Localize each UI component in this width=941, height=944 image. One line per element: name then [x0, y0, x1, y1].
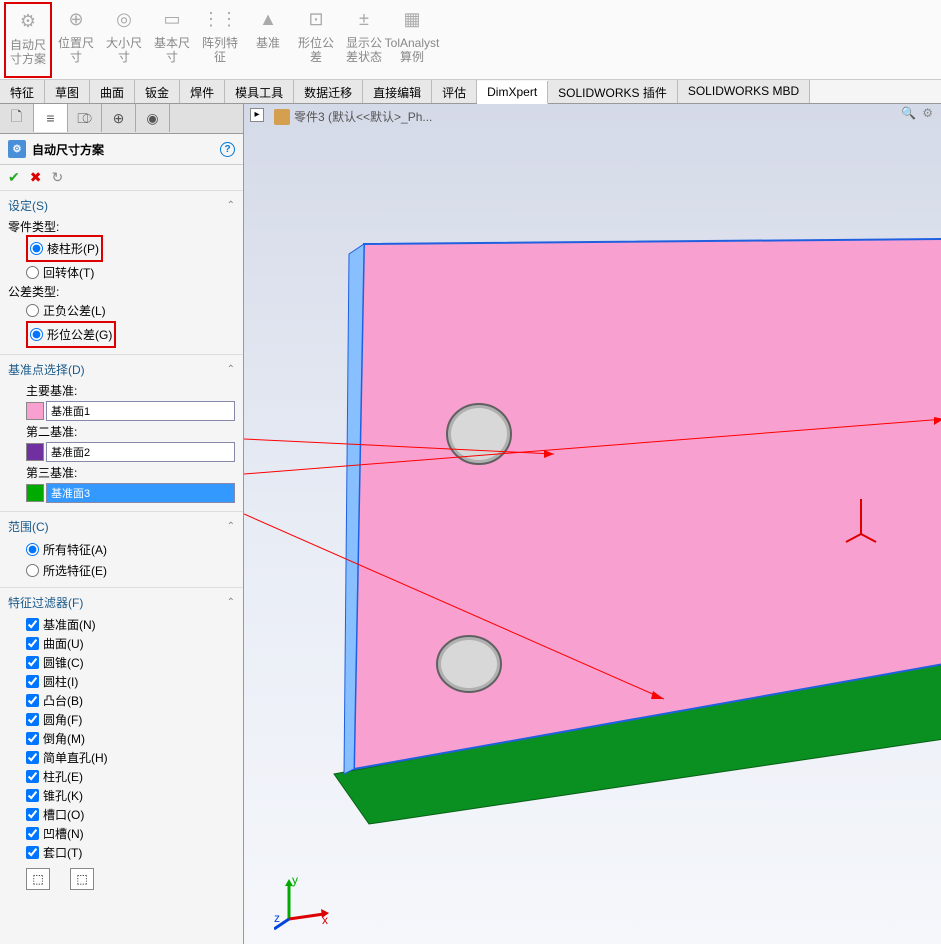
filter-checkbox-4[interactable]: 凸台(B): [26, 691, 235, 710]
tab-sw-addins[interactable]: SOLIDWORKS 插件: [548, 80, 678, 103]
property-manager: 🗋 ≡ ⎄ ⊕ ◉ ⚙ 自动尺寸方案 ? ✔ ✖ ↻ 设定(S)⌃ 零件类型: …: [0, 104, 244, 944]
tab-dimxpert[interactable]: DimXpert: [477, 81, 548, 104]
filter-checkbox-5[interactable]: 圆角(F): [26, 710, 235, 729]
radio-all-features[interactable]: 所有特征(A): [26, 539, 235, 560]
tertiary-datum-input[interactable]: 基准面3: [46, 483, 235, 503]
panel-title: 自动尺寸方案: [32, 141, 104, 158]
filter-checkbox-8[interactable]: 柱孔(E): [26, 767, 235, 786]
ribbon-auto-dim-scheme[interactable]: ⚙ 自动尺寸方案: [4, 2, 52, 78]
filter-checkbox-2[interactable]: 圆锥(C): [26, 653, 235, 672]
ribbon-toolbar: ⚙ 自动尺寸方案 ⊕位置尺寸 ◎大小尺寸 ▭基本尺寸 ⋮⋮阵列特征 ▲基准 ⊡形…: [0, 0, 941, 80]
display-tab[interactable]: ◉: [136, 104, 170, 132]
tab-sw-mbd[interactable]: SOLIDWORKS MBD: [678, 80, 810, 103]
tab-mold[interactable]: 模具工具: [225, 80, 294, 103]
panel-header: ⚙ 自动尺寸方案 ?: [0, 134, 243, 165]
tertiary-color-swatch: [26, 484, 44, 502]
section-settings: 设定(S)⌃ 零件类型: 棱柱形(P) 回转体(T) 公差类型: 正负公差(L)…: [0, 190, 243, 354]
ribbon-location-dim[interactable]: ⊕位置尺寸: [52, 2, 100, 78]
tab-sheetmetal[interactable]: 钣金: [135, 80, 180, 103]
tab-weldment[interactable]: 焊件: [180, 80, 225, 103]
ribbon-pattern-feat[interactable]: ⋮⋮阵列特征: [196, 2, 244, 78]
ribbon-datum[interactable]: ▲基准: [244, 2, 292, 78]
filter-checkbox-6[interactable]: 倒角(M): [26, 729, 235, 748]
radio-turned[interactable]: 回转体(T): [26, 262, 235, 283]
view-triad[interactable]: y x z: [274, 874, 334, 934]
filter-checkbox-9[interactable]: 锥孔(K): [26, 786, 235, 805]
help-icon[interactable]: ?: [220, 142, 235, 157]
ok-button[interactable]: ✔: [8, 169, 20, 186]
ribbon-basic-dim[interactable]: ▭基本尺寸: [148, 2, 196, 78]
search-icon[interactable]: 🔍: [901, 106, 916, 120]
graphics-viewport[interactable]: ▸ 零件3 (默认<<默认>_Ph...: [244, 104, 941, 944]
tab-strip: 特征 草图 曲面 钣金 焊件 模具工具 数据迁移 直接编辑 评估 DimXper…: [0, 80, 941, 104]
primary-color-swatch: [26, 402, 44, 420]
section-scope: 范围(C)⌃ 所有特征(A) 所选特征(E): [0, 511, 243, 587]
cancel-button[interactable]: ✖: [30, 169, 42, 186]
filter-checkbox-1[interactable]: 曲面(U): [26, 634, 235, 653]
filter-checkbox-0[interactable]: 基准面(N): [26, 615, 235, 634]
part-type-label: 零件类型:: [8, 218, 235, 235]
apply-filter-button[interactable]: ⬚: [26, 868, 50, 890]
tab-surface[interactable]: 曲面: [90, 80, 135, 103]
filter-checkbox-11[interactable]: 凹槽(N): [26, 824, 235, 843]
svg-text:z: z: [274, 911, 280, 925]
confirm-row: ✔ ✖ ↻: [0, 165, 243, 190]
svg-text:x: x: [322, 913, 328, 927]
model-svg: [244, 104, 941, 944]
primary-datum-input[interactable]: 基准面1: [46, 401, 235, 421]
tab-evaluate[interactable]: 评估: [432, 80, 477, 103]
secondary-color-swatch: [26, 443, 44, 461]
reset-filter-button[interactable]: ⬚: [70, 868, 94, 890]
filter-checkbox-3[interactable]: 圆柱(I): [26, 672, 235, 691]
property-tab[interactable]: ≡: [34, 104, 68, 132]
ribbon-show-tol[interactable]: ±显示公差状态: [340, 2, 388, 78]
ribbon-tolanalyst[interactable]: ▦TolAnalyst 算例: [388, 2, 436, 78]
origin-indicator: [841, 494, 881, 544]
radio-selected-features[interactable]: 所选特征(E): [26, 560, 235, 581]
radio-geometric[interactable]: 形位公差(G): [30, 324, 112, 345]
options-icon[interactable]: ⚙: [922, 106, 933, 120]
ribbon-size-dim[interactable]: ◎大小尺寸: [100, 2, 148, 78]
auto-dim-icon: ⚙: [14, 8, 42, 36]
feature-tree-tab[interactable]: 🗋: [0, 104, 34, 132]
section-filter: 特征过滤器(F)⌃ 基准面(N)曲面(U)圆锥(C)圆柱(I)凸台(B)圆角(F…: [0, 587, 243, 902]
pin-button[interactable]: ↻: [51, 169, 63, 186]
tab-feature[interactable]: 特征: [0, 80, 45, 103]
ribbon-geo-tol[interactable]: ⊡形位公差: [292, 2, 340, 78]
tab-sketch[interactable]: 草图: [45, 80, 90, 103]
secondary-datum-input[interactable]: 基准面2: [46, 442, 235, 462]
panel-icon: ⚙: [8, 140, 26, 158]
section-datum: 基准点选择(D)⌃ 主要基准: 基准面1 第二基准: 基准面2 第三基准: 基准…: [0, 354, 243, 511]
filter-checkbox-7[interactable]: 简单直孔(H): [26, 748, 235, 767]
tab-data-migration[interactable]: 数据迁移: [294, 80, 363, 103]
dimxpert-tab[interactable]: ⊕: [102, 104, 136, 132]
tol-type-label: 公差类型:: [8, 283, 235, 300]
config-tab[interactable]: ⎄: [68, 104, 102, 132]
tab-direct-edit[interactable]: 直接编辑: [363, 80, 432, 103]
manager-tabs: 🗋 ≡ ⎄ ⊕ ◉: [0, 104, 243, 134]
svg-text:y: y: [292, 874, 298, 887]
filter-checkbox-10[interactable]: 槽口(O): [26, 805, 235, 824]
radio-plus-minus[interactable]: 正负公差(L): [26, 300, 235, 321]
collapse-icon[interactable]: ⌃: [227, 200, 235, 211]
filter-checkbox-12[interactable]: 套口(T): [26, 843, 235, 862]
radio-prismatic[interactable]: 棱柱形(P): [30, 238, 99, 259]
